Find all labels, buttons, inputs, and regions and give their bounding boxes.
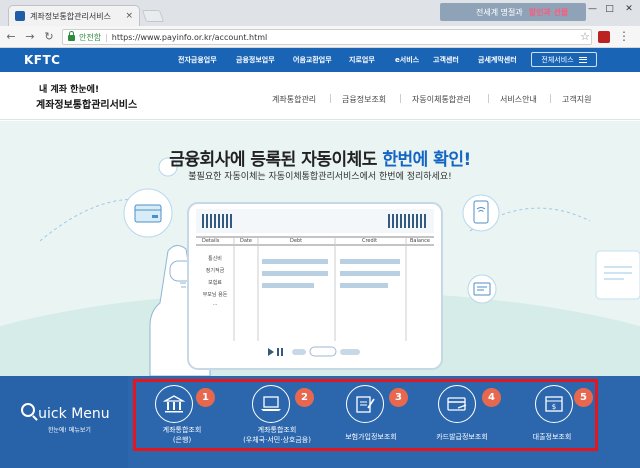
subnav-financial-info[interactable]: 금융정보조회 — [342, 94, 386, 105]
address-bar: ← → ↻ 안전함 | https://www.payinfo.or.kr/ac… — [0, 26, 640, 48]
window-controls: — □ ✕ — [584, 0, 640, 20]
table-header-credit: Credit — [362, 238, 378, 244]
lock-icon — [68, 31, 75, 41]
quick-menu-heading: Quick Menu 한눈에! 메뉴보기 — [0, 376, 128, 468]
tab-title: 계좌정보통합관리서비스 — [30, 11, 111, 21]
topnav-item-eservice[interactable]: e서비스 — [395, 55, 419, 65]
browser-menu-icon[interactable]: ⋮ — [618, 29, 630, 43]
table-header-details: Details — [202, 238, 220, 244]
subnav-customer-support[interactable]: 고객지원 — [562, 94, 591, 105]
all-services-button[interactable]: 전체서비스 — [531, 52, 597, 67]
close-tab-icon[interactable]: × — [125, 11, 133, 21]
maximize-icon[interactable]: □ — [601, 0, 618, 18]
hero-title-highlight: 한번에 확인! — [382, 150, 471, 170]
table-row-label: 정기적금 — [205, 268, 225, 274]
topnav-item-electronic-finance[interactable]: 전자금융업무 — [178, 55, 217, 65]
browser-tab[interactable]: 계좌정보통합관리서비스 × — [8, 5, 140, 26]
topnav-item-global-center[interactable]: 금세계막센터 — [478, 55, 517, 65]
quick-menu-subtitle: 한눈에! 메뉴보기 — [48, 427, 91, 434]
hero-title: 금융회사에 등록된 자동이체도 한번에 확인! — [0, 145, 640, 170]
highlight-box — [133, 379, 598, 451]
subnav-divider — [488, 94, 489, 103]
topnav-item-giro[interactable]: 지로업무 — [349, 55, 375, 65]
url-input[interactable]: 안전함 | https://www.payinfo.or.kr/account.… — [62, 29, 592, 45]
table-row-label: 보험료 — [208, 280, 222, 286]
minimize-icon[interactable]: — — [584, 0, 601, 18]
subnav-divider — [400, 94, 401, 103]
topnav-item-customer-center[interactable]: 고객센터 — [433, 55, 459, 65]
quick-menu-title: Quick Menu — [24, 402, 110, 423]
table-row-label: 부모님 용돈 — [202, 292, 228, 298]
table-header-balance: Balance — [410, 238, 430, 244]
url-separator: | — [105, 32, 108, 42]
close-window-icon[interactable]: ✕ — [618, 0, 640, 18]
subnav-service-guide[interactable]: 서비스안내 — [500, 94, 537, 105]
table-row-label: ... — [212, 301, 218, 307]
favicon-icon — [15, 11, 25, 21]
table-row-label: 통신비 — [208, 256, 222, 262]
subnav-divider — [330, 94, 331, 103]
hero-banner: 금융회사에 등록된 자동이체도 한번에 확인! 불필요한 자동이체는 자동이체통… — [0, 121, 640, 376]
hamburger-icon — [578, 56, 587, 63]
subnav-autopay-management[interactable]: 자동이체통합관리 — [412, 94, 471, 105]
topnav-item-bill-exchange[interactable]: 어음교환업무 — [293, 55, 332, 65]
site-top-nav: KFTC 전자금융업무 금융정보업무 어음교환업무 지로업무 e서비스 고객센터… — [0, 48, 640, 72]
table-header-debt: Debt — [290, 238, 303, 244]
kftc-logo[interactable]: KFTC — [24, 53, 61, 67]
extension-icon[interactable] — [598, 31, 610, 43]
ad-banner[interactable]: 전세계 명절과 할인과 선물 — [440, 3, 586, 21]
quick-menu-title-rest: uick Menu — [38, 406, 110, 422]
hero-title-main: 금융회사에 등록된 자동이체도 — [169, 150, 383, 170]
brand-tagline: 내 계좌 한눈에! — [39, 85, 100, 95]
topnav-item-financial-info[interactable]: 금융정보업무 — [236, 55, 275, 65]
brand-title[interactable]: 계좌정보통합관리서비스 — [36, 96, 137, 111]
ad-highlight: 할인과 선물 — [528, 7, 569, 17]
bookmark-star-icon[interactable]: ☆ — [580, 30, 590, 43]
hero-subtitle: 불필요한 자동이체는 자동이체통합관리서비스에서 한번에 정리하세요! — [188, 172, 452, 182]
reload-icon[interactable]: ↻ — [41, 28, 57, 46]
new-tab-button[interactable] — [141, 10, 165, 22]
secure-label: 안전함 — [79, 32, 102, 42]
forward-icon[interactable]: → — [22, 28, 38, 46]
back-icon[interactable]: ← — [3, 28, 19, 46]
ad-text: 전세계 명절과 — [476, 7, 523, 17]
url-text: https://www.payinfo.or.kr/account.html — [111, 32, 268, 42]
service-header: 내 계좌 한눈에! 계좌정보통합관리서비스 계좌통합관리 금융정보조회 자동이체… — [0, 72, 640, 120]
browser-tab-bar: 계좌정보통합관리서비스 × 전세계 명절과 할인과 선물 — □ ✕ — [0, 0, 640, 26]
subnav-divider — [550, 94, 551, 103]
subnav-account-management[interactable]: 계좌통합관리 — [272, 94, 316, 105]
all-services-label: 전체서비스 — [541, 55, 574, 64]
table-header-date: Date — [240, 238, 252, 244]
